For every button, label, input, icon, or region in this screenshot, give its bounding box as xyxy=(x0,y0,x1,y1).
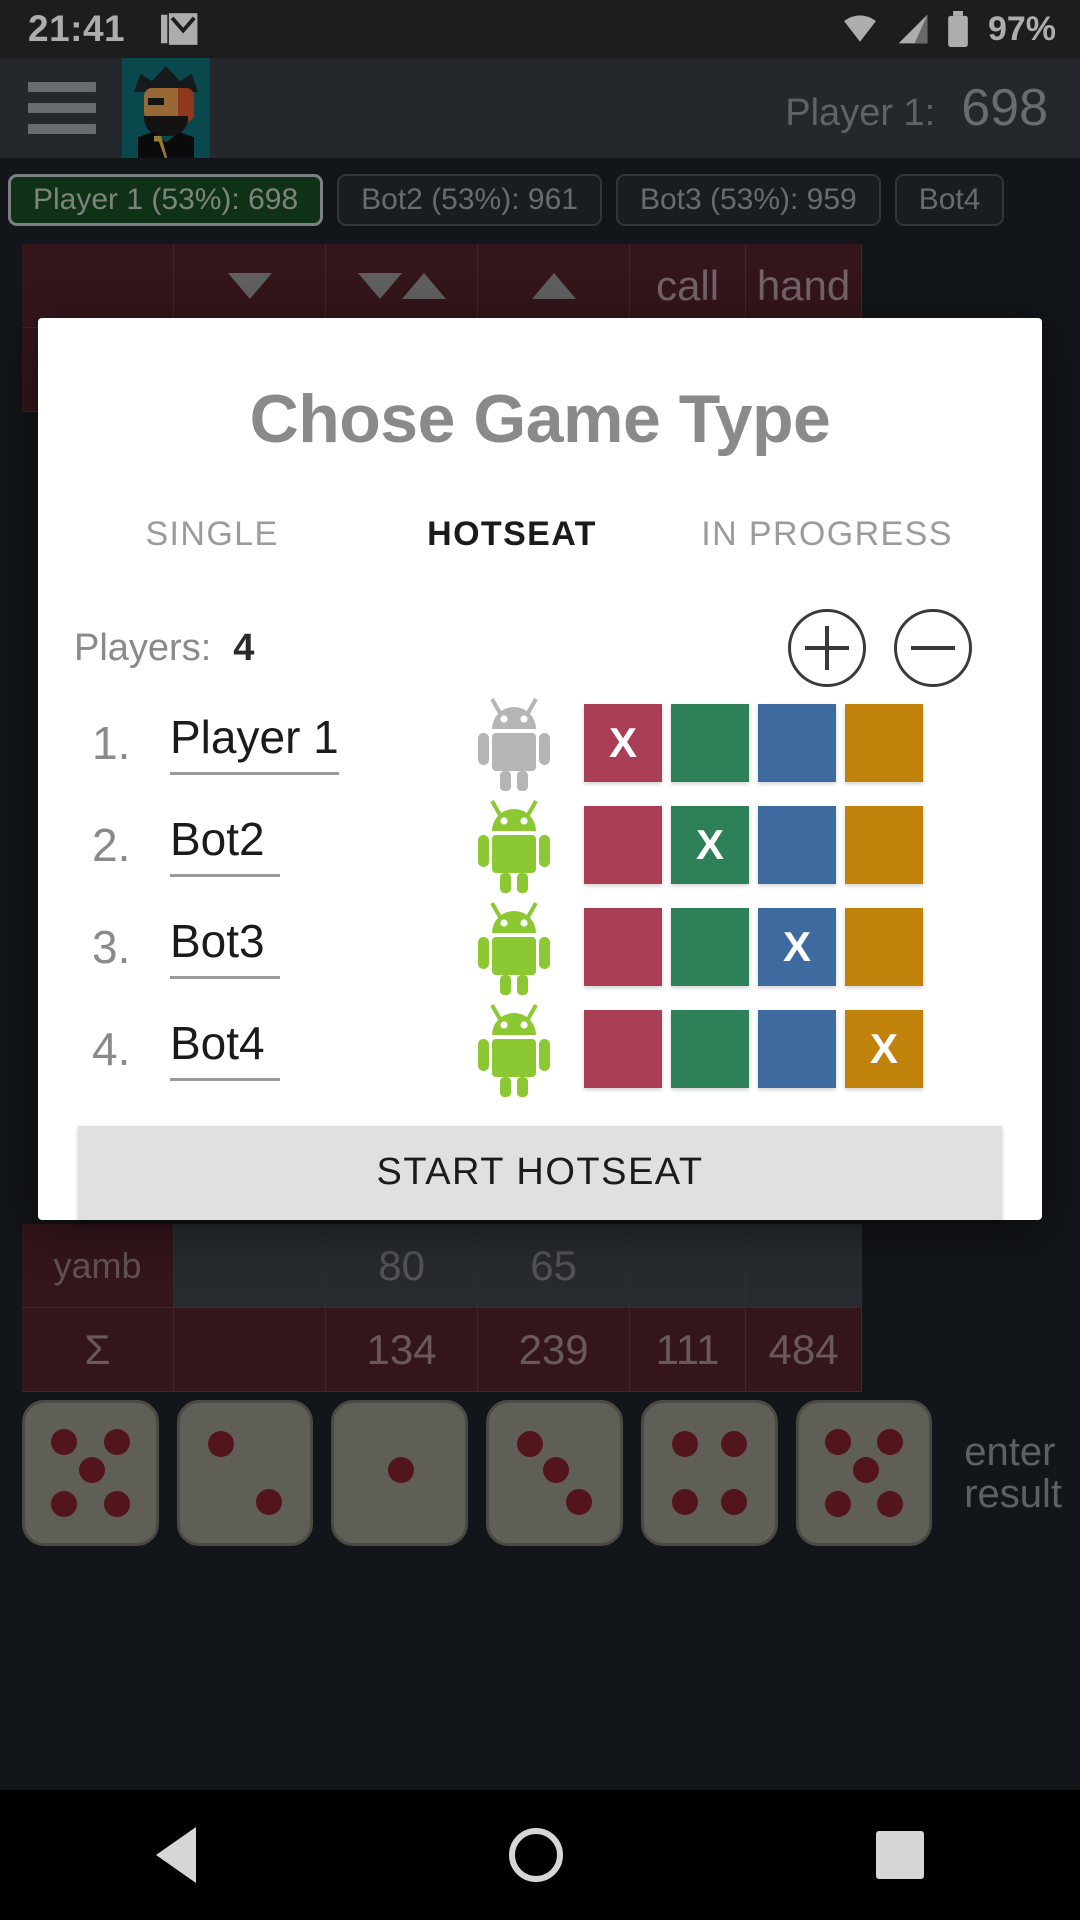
tab-single[interactable]: SINGLE xyxy=(62,515,362,554)
minus-icon[interactable] xyxy=(894,609,972,688)
players-label: Players: xyxy=(74,626,212,669)
back-triangle-icon[interactable] xyxy=(156,1827,197,1883)
player-row-number: 4. xyxy=(92,1022,131,1075)
color-swatch-crimson[interactable] xyxy=(584,907,662,986)
player-name-input-2[interactable]: Bot2 xyxy=(170,812,280,878)
dialog-title: Chose Game Type xyxy=(249,381,831,457)
color-swatch-crimson[interactable] xyxy=(584,1009,662,1088)
bot-toggle-2[interactable] xyxy=(450,797,578,893)
color-swatch-green[interactable] xyxy=(671,907,749,986)
bot-toggle-4[interactable] xyxy=(450,1001,578,1097)
player-row-1: 1. Player 1 X xyxy=(38,692,1042,794)
dialog-tabs: SINGLE HOTSEAT IN PROGRESS xyxy=(38,508,1042,561)
players-count-value: 4 xyxy=(233,626,255,669)
plus-icon[interactable] xyxy=(788,609,866,688)
player-row-3: 3. Bot3 X xyxy=(38,896,1042,998)
player-row-number: 1. xyxy=(92,716,131,769)
bot-toggle-3[interactable] xyxy=(450,899,578,995)
bot-toggle-1[interactable] xyxy=(450,695,578,791)
tab-in-progress[interactable]: IN PROGRESS xyxy=(662,515,992,554)
color-swatch-green[interactable] xyxy=(671,1009,749,1088)
players-stepper xyxy=(788,609,972,688)
color-swatches-4: X xyxy=(584,1009,923,1088)
color-swatch-green[interactable] xyxy=(671,703,749,782)
color-swatch-blue[interactable] xyxy=(758,1009,836,1088)
player-name-input-1[interactable]: Player 1 xyxy=(170,710,339,776)
color-swatch-green[interactable]: X xyxy=(671,805,749,884)
player-row-number: 3. xyxy=(92,920,131,973)
color-swatch-blue[interactable]: X xyxy=(758,907,836,986)
player-row-4: 4. Bot4 X xyxy=(38,998,1042,1100)
color-swatches-1: X xyxy=(584,703,923,782)
choose-game-type-dialog: Chose Game Type SINGLE HOTSEAT IN PROGRE… xyxy=(38,318,1042,1221)
color-swatch-blue[interactable] xyxy=(758,805,836,884)
start-hotseat-button[interactable]: START HOTSEAT xyxy=(78,1125,1002,1221)
color-swatch-blue[interactable] xyxy=(758,703,836,782)
players-count-row: Players: 4 xyxy=(38,605,1042,692)
color-swatch-orange[interactable] xyxy=(845,805,923,884)
navigation-bar xyxy=(0,1790,1080,1920)
player-name-input-4[interactable]: Bot4 xyxy=(170,1016,280,1082)
phone-screen: 21:41 97% Player 1: 698 Player 1 (53%): … xyxy=(0,0,1080,1920)
tab-hotseat[interactable]: HOTSEAT xyxy=(362,515,662,554)
home-circle-icon[interactable] xyxy=(508,1828,563,1882)
color-swatch-orange[interactable] xyxy=(845,703,923,782)
recents-square-icon[interactable] xyxy=(875,1831,924,1879)
player-row-number: 2. xyxy=(92,818,131,871)
color-swatch-crimson[interactable]: X xyxy=(584,703,662,782)
player-name-input-3[interactable]: Bot3 xyxy=(170,914,280,980)
color-swatch-orange[interactable]: X xyxy=(845,1009,923,1088)
color-swatch-crimson[interactable] xyxy=(584,805,662,884)
color-swatches-2: X xyxy=(584,805,923,884)
color-swatch-orange[interactable] xyxy=(845,907,923,986)
player-row-2: 2. Bot2 X xyxy=(38,794,1042,896)
color-swatches-3: X xyxy=(584,907,923,986)
